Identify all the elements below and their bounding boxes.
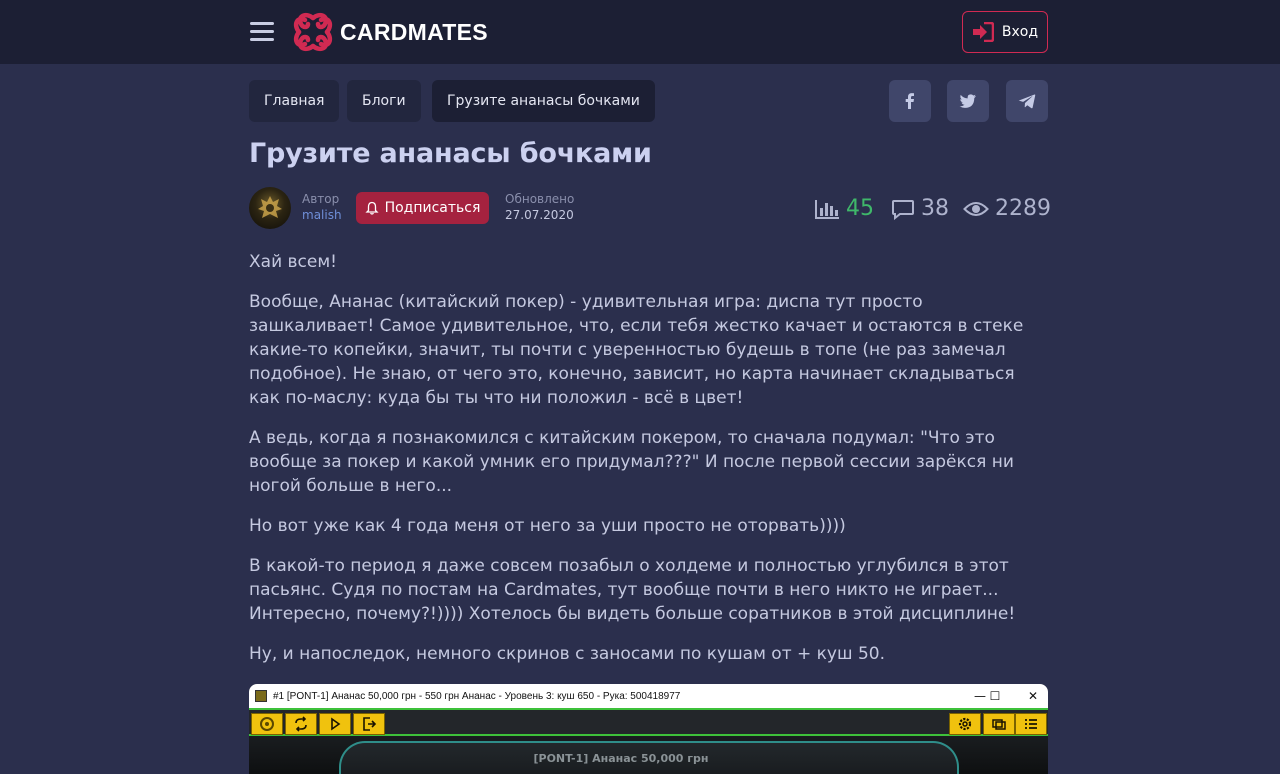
author-name-link[interactable]: malish [302,208,342,222]
cardmates-logo-icon [293,12,333,52]
bar-chart-icon [815,199,839,219]
share-facebook-button[interactable] [889,80,931,122]
breadcrumb-home[interactable]: Главная [249,80,340,122]
menu-icon[interactable] [250,22,274,42]
eye-icon [963,201,989,216]
comment-icon [892,199,914,220]
site-logo[interactable]: CARDMATES [292,11,488,53]
facebook-icon [905,93,914,109]
subscribe-button[interactable]: Подписаться [356,192,489,224]
post-title: Грузите ананасы бочками [249,138,652,169]
tables-view-icon [983,713,1015,735]
settings-gear-icon [949,713,981,735]
close-icon: ✕ [1027,689,1039,703]
rebuy-arrows-icon [285,713,317,735]
login-label: Вход [1001,24,1039,40]
logo-text: CARDMATES [340,18,488,45]
avatar-emblem-icon [258,196,282,218]
paragraph: А ведь, когда я познакомился с китайским… [249,428,1014,496]
paragraph: Хай всем! [249,252,337,272]
bell-icon [365,201,379,215]
rating-value: 45 [846,196,874,221]
paragraph: Вообще, Ананас (китайский покер) - удиви… [249,292,1024,408]
screenshot-window-titlebar: #1 [PONT-1] Ананас 50,000 грн - 550 грн … [249,684,1048,708]
maximize-icon: ☐ [989,689,1001,703]
poker-screenshot[interactable]: #1 [PONT-1] Ананас 50,000 грн - 550 грн … [249,684,1048,774]
updated-date: 27.07.2020 [505,208,574,222]
share-twitter-button[interactable] [947,80,989,122]
paragraph: Ну, и напоследок, немного скринов с зано… [249,644,885,664]
telegram-icon [1018,94,1036,109]
login-button[interactable]: Вход [962,11,1048,53]
breadcrumb-blogs[interactable]: Блоги [347,80,421,122]
author-label: Автор [302,192,340,206]
breadcrumb-current: Грузите ананасы бочками [432,80,655,122]
twitter-icon [959,94,976,108]
subscribe-label: Подписаться [384,200,481,216]
article-body: Хай всем! Вообще, Ананас (китайский поке… [249,250,1049,682]
menu-list-icon [1015,713,1047,735]
comments-count: 38 [921,196,949,221]
app-icon [255,690,267,702]
share-telegram-button[interactable] [1006,80,1048,122]
login-icon [972,22,994,42]
screenshot-toolbar [249,708,1048,736]
comments-stat[interactable]: 38 [891,196,949,221]
table-name: [PONT-1] Ананас 50,000 грн [533,752,709,765]
options-wheel-icon [251,713,283,735]
screenshot-window-title: #1 [PONT-1] Ананас 50,000 грн - 550 грн … [273,690,681,702]
paragraph: В какой-то период я даже совсем позабыл … [249,556,1016,624]
play-icon [319,713,351,735]
updated-label: Обновлено [505,192,575,206]
exit-table-icon [353,713,385,735]
paragraph: Но вот уже как 4 года меня от него за уш… [249,516,846,536]
views-count: 2289 [995,196,1051,221]
views-stat: 2289 [963,196,1051,221]
author-avatar[interactable] [249,187,291,229]
rating-stat: 45 [814,196,874,221]
top-header: CARDMATES Вход [0,0,1280,64]
